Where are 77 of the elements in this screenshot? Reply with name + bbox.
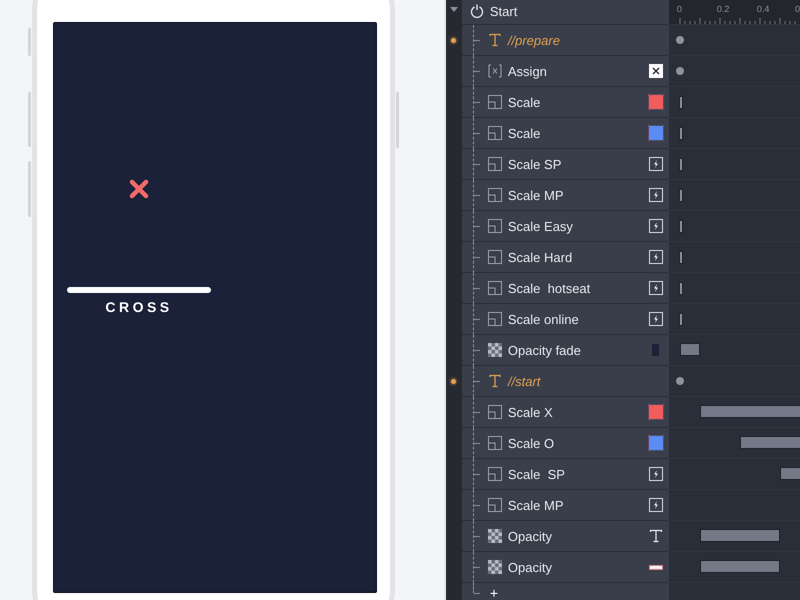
- scale-icon: [488, 188, 502, 202]
- timeline-bar[interactable]: [700, 405, 800, 418]
- outline-row[interactable]: Scale O: [462, 428, 669, 459]
- ruler-label: 0: [676, 4, 682, 14]
- scale-icon: [488, 219, 502, 233]
- outline-row[interactable]: Assign: [462, 56, 669, 87]
- keyframe-tick[interactable]: [678, 127, 683, 140]
- keyframe-dot[interactable]: [676, 377, 684, 385]
- outline-row[interactable]: //prepare: [462, 25, 669, 56]
- add-button[interactable]: +: [488, 586, 500, 600]
- checkerboard-icon: [488, 560, 502, 574]
- timeline-bar[interactable]: [700, 560, 780, 573]
- lightning-icon: [648, 312, 663, 326]
- start-row[interactable]: Start: [462, 0, 669, 25]
- lightning-icon: [648, 188, 663, 202]
- keyframe-dot[interactable]: [676, 36, 684, 44]
- scale-icon: [488, 281, 502, 295]
- scale-icon: [488, 467, 502, 481]
- lightning-icon: [648, 467, 663, 481]
- timeline-bar[interactable]: [740, 436, 800, 449]
- keyframe-tick[interactable]: [678, 282, 683, 295]
- time-ruler[interactable]: 0 0.2 0.4 0: [668, 0, 800, 25]
- keyframe-tick[interactable]: [678, 220, 683, 233]
- ruler-label: 0.2: [716, 4, 730, 14]
- keyframe-tick[interactable]: [678, 158, 683, 171]
- keyframe-tick[interactable]: [678, 96, 683, 109]
- outline-row[interactable]: Scale SP: [462, 459, 669, 490]
- outline-row[interactable]: Scale: [462, 87, 669, 118]
- text-icon: [488, 374, 502, 388]
- caret-icon[interactable]: [450, 7, 458, 13]
- marker-dot: [451, 38, 456, 43]
- outline-row[interactable]: Scale online: [462, 304, 669, 335]
- ruler-label: 0: [794, 4, 800, 14]
- variable-icon: [488, 64, 502, 78]
- keyframe-tick[interactable]: [678, 189, 683, 202]
- text-icon: [648, 529, 663, 543]
- cross-icon: [128, 178, 150, 200]
- keyframe-tick[interactable]: [678, 251, 683, 264]
- marker-dot: [451, 379, 456, 384]
- outline-row[interactable]: Opacity: [462, 521, 669, 552]
- scale-icon: [488, 95, 502, 109]
- text-icon: [488, 33, 502, 47]
- scale-icon: [488, 405, 502, 419]
- scale-icon: [488, 126, 502, 140]
- lightning-icon: [648, 219, 663, 233]
- scale-icon: [488, 250, 502, 264]
- lightning-icon: [648, 157, 663, 171]
- outline-row[interactable]: Scale: [462, 118, 669, 149]
- scale-icon: [488, 436, 502, 450]
- mode-caption: CROSS: [104, 299, 174, 315]
- keyframe-dot[interactable]: [676, 67, 684, 75]
- keyframe-tick[interactable]: [678, 313, 683, 326]
- lightning-icon: [648, 281, 663, 295]
- outline-row[interactable]: Scale Hard: [462, 242, 669, 273]
- checkerboard-icon: [488, 529, 502, 543]
- timeline-bar[interactable]: [700, 529, 780, 542]
- outline-row[interactable]: Scale Easy: [462, 211, 669, 242]
- lightning-icon: [648, 498, 663, 512]
- line-swatch: [648, 564, 663, 570]
- outline-row[interactable]: Opacity fade: [462, 335, 669, 366]
- dark-swatch: [652, 344, 660, 356]
- timeline-bar[interactable]: [680, 343, 700, 356]
- lightning-icon: [648, 250, 663, 264]
- checkerboard-icon: [488, 343, 502, 357]
- outline-row[interactable]: Scale hotseat: [462, 273, 669, 304]
- scale-icon: [488, 157, 502, 171]
- outline-row[interactable]: Opacity: [462, 552, 669, 583]
- outline-row[interactable]: Scale X: [462, 397, 669, 428]
- outline-row[interactable]: Scale MP: [462, 490, 669, 521]
- outline-row[interactable]: Scale MP: [462, 180, 669, 211]
- ruler-label: 0.4: [756, 4, 770, 14]
- outline-row[interactable]: Scale SP: [462, 149, 669, 180]
- scale-icon: [488, 498, 502, 512]
- scale-icon: [488, 312, 502, 326]
- outline-row[interactable]: //start: [462, 366, 669, 397]
- power-icon: [470, 4, 484, 18]
- variable-badge-icon: [648, 64, 663, 78]
